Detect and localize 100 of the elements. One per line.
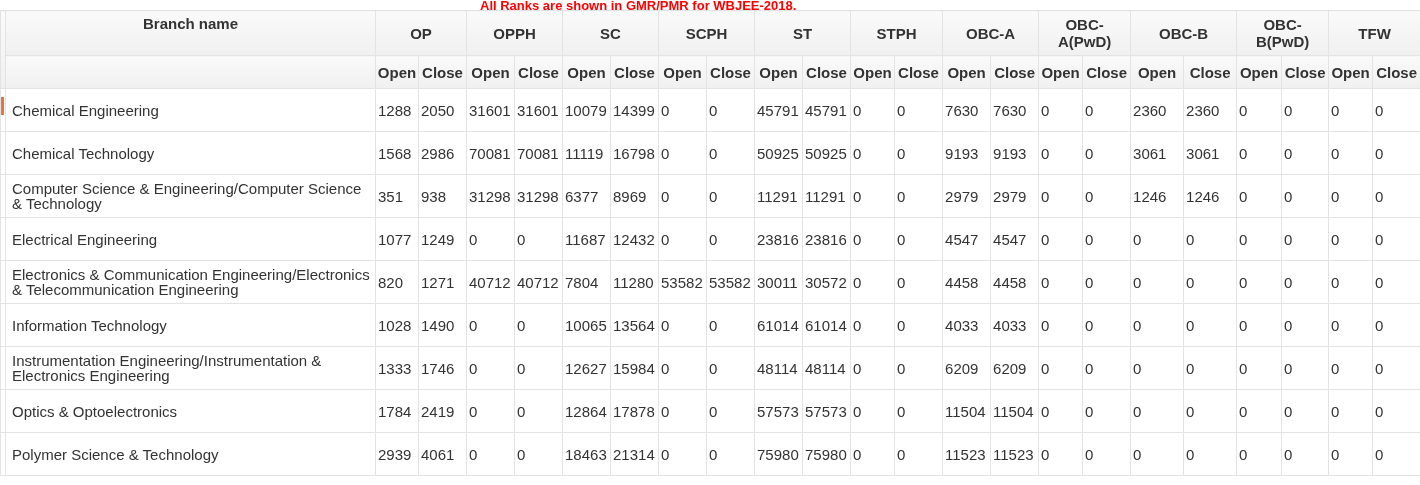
table-cell: 7630	[942, 88, 991, 132]
table-cell: 11523	[942, 432, 991, 476]
table-cell: 0	[1130, 217, 1184, 261]
table-cell: 0	[466, 432, 515, 476]
table-cell: 0	[658, 432, 707, 476]
table-cell: 1028	[375, 303, 419, 347]
table-cell: 0	[658, 174, 707, 218]
table-cell: 61014	[754, 303, 803, 347]
table-cell: 0	[850, 217, 895, 261]
table-cell: 12627	[562, 346, 611, 390]
table-cell: 0	[658, 346, 707, 390]
table-cell: 4547	[942, 217, 991, 261]
table-cell: 0	[1281, 260, 1329, 304]
column-header: OBC-A(PwD)	[1038, 10, 1131, 56]
column-header: OPPH	[466, 10, 563, 56]
table-cell: 21314	[610, 432, 659, 476]
column-header: Close	[1183, 55, 1237, 89]
column-header: Open	[1130, 55, 1184, 89]
table-cell: 3061	[1183, 131, 1237, 175]
column-header: Close	[610, 55, 659, 89]
table-cell: 0	[1328, 88, 1373, 132]
table-cell: 2979	[990, 174, 1039, 218]
table-cell: 1784	[375, 389, 419, 433]
table-cell: 0	[894, 303, 943, 347]
table-cell: 50925	[802, 131, 851, 175]
table-cell: 0	[1236, 131, 1282, 175]
table-cell: 11280	[610, 260, 659, 304]
table-cell: 75980	[754, 432, 803, 476]
table-cell: 2050	[418, 88, 467, 132]
table-cell: 0	[894, 432, 943, 476]
table-cell: 70081	[514, 131, 563, 175]
table-cell: 0	[850, 432, 895, 476]
table-cell: 0	[466, 303, 515, 347]
table-cell: 1249	[418, 217, 467, 261]
table-cell: 0	[1130, 260, 1184, 304]
table-cell: 0	[1038, 303, 1083, 347]
table-cell: 11504	[990, 389, 1039, 433]
table-cell: 31601	[466, 88, 515, 132]
table-cell: 0	[1328, 260, 1373, 304]
table-cell: 12864	[562, 389, 611, 433]
table-cell: 1288	[375, 88, 419, 132]
table-cell: 0	[1183, 432, 1237, 476]
table-cell: 7804	[562, 260, 611, 304]
table-cell: 0	[706, 346, 755, 390]
table-cell: 48114	[802, 346, 851, 390]
table-cell: 0	[1183, 389, 1237, 433]
table-cell: 40712	[514, 260, 563, 304]
table-cell: 11523	[990, 432, 1039, 476]
table-cell: 0	[1328, 346, 1373, 390]
table-cell: Instrumentation Engineering/Instrumentation & Electronics Engineering	[5, 346, 376, 390]
table-cell: 11291	[754, 174, 803, 218]
table-cell: 1746	[418, 346, 467, 390]
table-cell: 0	[1328, 432, 1373, 476]
column-header: OBC-B(PwD)	[1236, 10, 1329, 56]
table-cell: 0	[1082, 389, 1131, 433]
column-header: Close	[990, 55, 1039, 89]
table-cell: 0	[1281, 174, 1329, 218]
table-cell: 1246	[1130, 174, 1184, 218]
table-cell: 0	[1281, 303, 1329, 347]
table-cell: 50925	[754, 131, 803, 175]
table-cell: 0	[1236, 217, 1282, 261]
table-cell: 0	[514, 303, 563, 347]
column-header: Open	[1038, 55, 1083, 89]
table-cell: 0	[514, 389, 563, 433]
table-cell: 0	[1130, 303, 1184, 347]
table-cell: Information Technology	[5, 303, 376, 347]
table-cell: 4061	[418, 432, 467, 476]
table-cell: 14399	[610, 88, 659, 132]
column-header: SC	[562, 10, 659, 56]
column-header: Open	[1328, 55, 1373, 89]
column-header: Close	[894, 55, 943, 89]
table-cell: 0	[850, 389, 895, 433]
column-header: STPH	[850, 10, 943, 56]
column-header: SCPH	[658, 10, 755, 56]
table-cell: 0	[850, 174, 895, 218]
table-cell: 0	[1236, 88, 1282, 132]
column-header: Open	[754, 55, 803, 89]
table-cell: 0	[1038, 217, 1083, 261]
column-header: Close	[706, 55, 755, 89]
table-cell: 4458	[990, 260, 1039, 304]
table-cell: 0	[1038, 432, 1083, 476]
table-cell: 0	[1328, 303, 1373, 347]
table-cell: 0	[706, 389, 755, 433]
table-cell: 0	[1082, 260, 1131, 304]
table-cell: 0	[1183, 303, 1237, 347]
table-cell: 0	[514, 217, 563, 261]
table-cell: 0	[1183, 217, 1237, 261]
table-cell: 0	[658, 303, 707, 347]
table-cell: 0	[1130, 389, 1184, 433]
column-header: Open	[658, 55, 707, 89]
column-header: Open	[466, 55, 515, 89]
table-cell: 40712	[466, 260, 515, 304]
table-cell: 1077	[375, 217, 419, 261]
table-cell: 0	[1281, 217, 1329, 261]
table-cell: 0	[850, 346, 895, 390]
table-cell: 0	[706, 303, 755, 347]
column-header: ST	[754, 10, 851, 56]
table-cell: 3061	[1130, 131, 1184, 175]
table-cell: 0	[1082, 346, 1131, 390]
table-cell: 15984	[610, 346, 659, 390]
